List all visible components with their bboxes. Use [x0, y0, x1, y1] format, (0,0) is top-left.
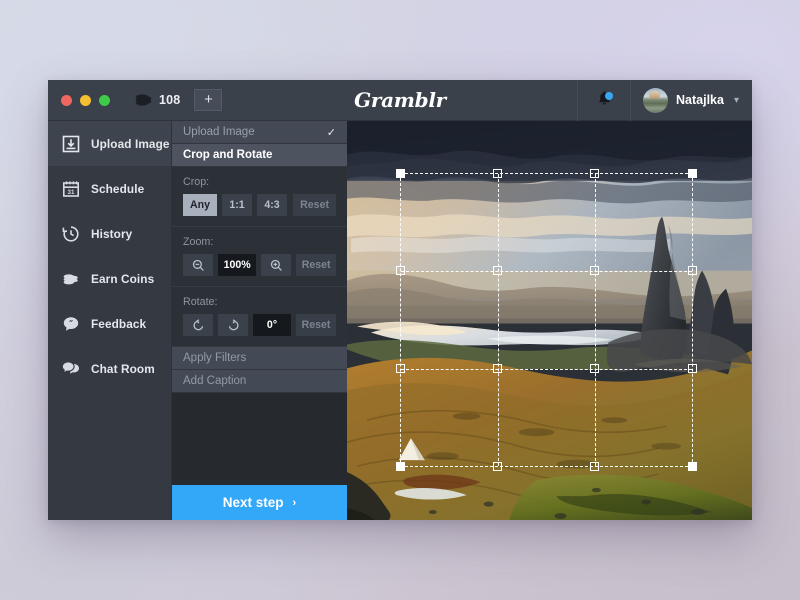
sidebar-item-label: Schedule: [91, 181, 145, 196]
crop-handle-bottom-left[interactable]: [396, 462, 405, 471]
check-icon: ✓: [326, 126, 336, 139]
crop-guide-horizontal: [401, 271, 692, 273]
step-label: Crop and Rotate: [183, 149, 273, 161]
zoom-in-button[interactable]: [261, 254, 292, 276]
crop-guide-vertical: [594, 174, 596, 466]
step-apply-filters[interactable]: Apply Filters: [172, 347, 347, 370]
quote-bubble-icon: ”: [61, 314, 81, 334]
rotate-value[interactable]: 0°: [253, 314, 291, 336]
calendar-icon: 31: [61, 179, 81, 199]
chevron-down-icon: ▾: [733, 94, 739, 106]
crop-handle-top-third-2[interactable]: [589, 169, 599, 178]
zoom-reset-button[interactable]: Reset: [296, 254, 336, 276]
crop-handle-bottom-third-1[interactable]: [492, 462, 502, 471]
rotate-left-icon: [192, 318, 205, 332]
steps-panel: Upload Image ✓ Crop and Rotate Crop: Any…: [172, 121, 347, 520]
username: Natajlka: [676, 93, 724, 107]
step-add-caption[interactable]: Add Caption: [172, 370, 347, 393]
sidebar-item-earn-coins[interactable]: Earn Coins: [48, 256, 171, 301]
sidebar: Upload Image 31 Schedule History Earn Co…: [48, 121, 172, 520]
sidebar-item-chat-room[interactable]: Chat Room: [48, 346, 171, 391]
crop-selection[interactable]: [396, 169, 697, 471]
zoom-row: 100% Reset: [183, 254, 336, 276]
panel-spacer: [172, 393, 347, 485]
crop-reset-button[interactable]: Reset: [293, 194, 336, 216]
sidebar-item-label: Earn Coins: [91, 271, 155, 286]
window-controls: [48, 94, 110, 106]
notification-badge: [605, 92, 614, 100]
titlebar-right: Natajlka ▾: [577, 80, 752, 121]
coins-stack-icon: [135, 93, 152, 108]
svg-text:31: 31: [68, 189, 75, 196]
crop-handle-top-right[interactable]: [688, 169, 697, 178]
rotate-ccw-button[interactable]: [183, 314, 213, 336]
crop-ratio-4-3[interactable]: 4:3: [257, 194, 288, 216]
crop-handle-bottom-third-2[interactable]: [589, 462, 599, 471]
crop-row: Any 1:1 4:3 Reset: [183, 194, 336, 216]
crop-guide-horizontal: [401, 368, 692, 370]
rotate-label: Rotate:: [183, 296, 218, 308]
maximize-button[interactable]: [99, 94, 110, 106]
crop-handle-left-middle[interactable]: [396, 266, 405, 276]
crop-ratio-1-1[interactable]: 1:1: [222, 194, 253, 216]
crop-handle-center-4[interactable]: [589, 363, 599, 373]
rotate-right-icon: [227, 318, 240, 332]
zoom-value[interactable]: 100%: [218, 254, 257, 276]
sidebar-item-upload-image[interactable]: Upload Image: [48, 121, 171, 166]
sidebar-item-history[interactable]: History: [48, 211, 171, 256]
notifications-button[interactable]: [578, 80, 630, 120]
minimize-button[interactable]: [80, 94, 91, 106]
step-upload-image[interactable]: Upload Image ✓: [172, 121, 347, 144]
crop-group: Crop: Any 1:1 4:3 Reset: [172, 167, 347, 227]
zoom-out-button[interactable]: [183, 254, 213, 276]
magnifier-minus-icon: [192, 259, 205, 272]
crop-handle-top-left[interactable]: [396, 169, 405, 178]
zoom-group: Zoom: 100% Reset: [172, 227, 347, 287]
crop-guide-vertical: [497, 174, 499, 466]
title-bar: 108 + Gramblr Natajlka ▾: [48, 80, 752, 121]
zoom-label: Zoom:: [183, 236, 214, 248]
close-button[interactable]: [61, 94, 72, 106]
add-coins-button[interactable]: +: [194, 89, 223, 111]
sidebar-item-label: History: [91, 226, 133, 241]
crop-handle-left-lower[interactable]: [396, 363, 405, 373]
sidebar-item-feedback[interactable]: ” Feedback: [48, 301, 171, 346]
crop-ratio-any[interactable]: Any: [183, 194, 218, 216]
window-body: Upload Image 31 Schedule History Earn Co…: [48, 121, 752, 520]
avatar: [643, 87, 669, 113]
clock-history-icon: [61, 224, 81, 244]
crop-handle-bottom-right[interactable]: [688, 462, 697, 471]
crop-handle-right-lower[interactable]: [688, 363, 697, 373]
upload-box-icon: [61, 134, 81, 154]
svg-text:”: ”: [69, 318, 73, 327]
sidebar-item-label: Upload Image: [91, 136, 170, 151]
next-step-label: Next step: [222, 495, 284, 510]
image-canvas[interactable]: [347, 121, 752, 520]
coins-stack-icon: [61, 269, 81, 289]
next-step-button[interactable]: Next step ›: [172, 485, 347, 520]
chat-bubbles-icon: [61, 359, 81, 379]
crop-handle-center-3[interactable]: [492, 363, 502, 373]
sidebar-item-label: Chat Room: [91, 361, 155, 376]
crop-handle-right-middle[interactable]: [688, 266, 697, 276]
rotate-reset-button[interactable]: Reset: [296, 314, 336, 336]
rotate-group: Rotate: 0° Reset: [172, 287, 347, 347]
crop-label: Crop:: [183, 176, 210, 188]
crop-handle-center-1[interactable]: [492, 266, 502, 276]
rotate-row: 0° Reset: [183, 314, 336, 336]
chevron-right-icon: ›: [292, 496, 297, 509]
user-menu[interactable]: Natajlka ▾: [631, 80, 752, 120]
step-crop-and-rotate[interactable]: Crop and Rotate: [172, 144, 347, 167]
coin-balance: 108: [135, 93, 180, 108]
magnifier-plus-icon: [270, 259, 283, 272]
crop-handle-top-third-1[interactable]: [492, 169, 502, 178]
sidebar-item-label: Feedback: [91, 316, 147, 331]
sidebar-item-schedule[interactable]: 31 Schedule: [48, 166, 171, 211]
tools-section: Crop: Any 1:1 4:3 Reset Zoom: 100% Reset…: [172, 167, 347, 347]
app-window: 108 + Gramblr Natajlka ▾ Upload Image 31…: [48, 80, 752, 520]
rotate-cw-button[interactable]: [218, 314, 248, 336]
coin-count: 108: [159, 93, 181, 107]
step-label: Upload Image: [183, 126, 255, 138]
crop-handle-center-2[interactable]: [589, 266, 599, 276]
